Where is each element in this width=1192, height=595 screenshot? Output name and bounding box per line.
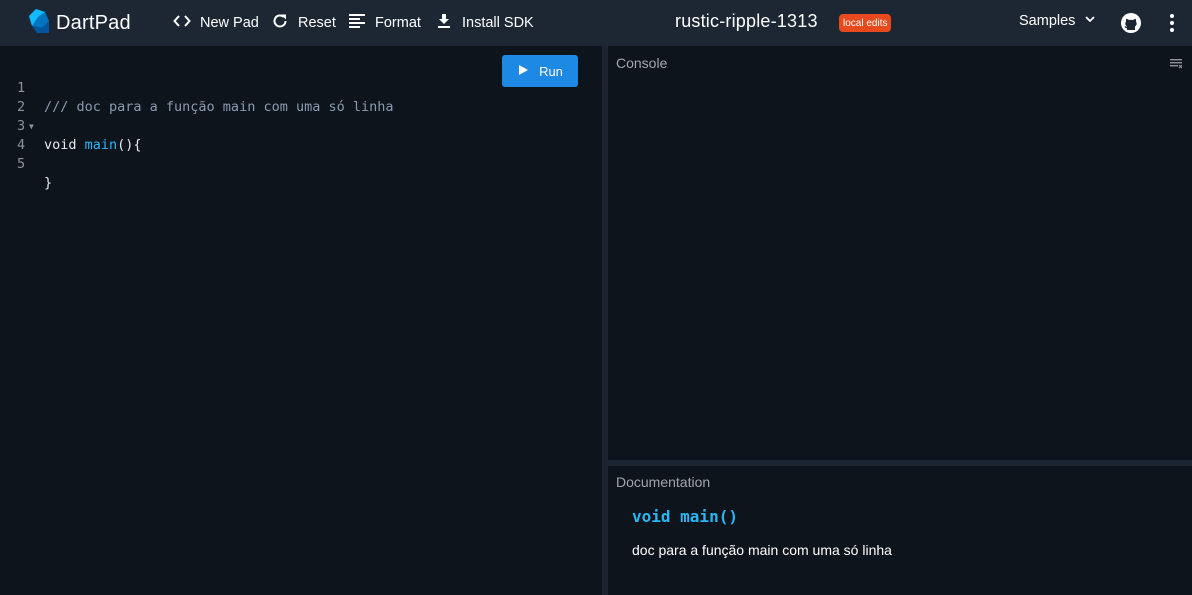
line-number: 5 [17, 156, 26, 172]
console-panel: Console [608, 46, 1192, 460]
new-pad-button[interactable]: New Pad [173, 11, 259, 35]
install-sdk-button[interactable]: Install SDK [435, 11, 534, 35]
samples-dropdown[interactable]: Samples [1019, 12, 1097, 30]
top-app-bar: DartPad New Pad Reset Format Install SDK… [0, 0, 1192, 46]
run-button[interactable]: Run [502, 55, 578, 87]
app-name: DartPad [56, 11, 131, 34]
brand[interactable]: DartPad [24, 8, 131, 39]
documentation-panel: Documentation void main() doc para a fun… [608, 466, 1192, 595]
doc-description: doc para a função main com uma só linha [632, 542, 892, 558]
code-line-5[interactable]: 5 } [0, 136, 600, 191]
clear-console-icon[interactable] [1170, 57, 1183, 69]
refresh-icon [271, 12, 298, 34]
doc-signature: void main() [632, 507, 738, 526]
code-line-4[interactable]: 4 [0, 117, 600, 153]
install-sdk-label: Install SDK [462, 15, 534, 31]
reset-button[interactable]: Reset [271, 11, 336, 35]
console-label: Console [616, 55, 668, 71]
format-button[interactable]: Format [348, 11, 421, 35]
samples-label: Samples [1019, 13, 1076, 29]
download-icon [435, 12, 462, 34]
format-label: Format [375, 15, 421, 31]
github-icon[interactable] [1120, 12, 1142, 34]
reset-label: Reset [298, 15, 336, 31]
code-editor[interactable]: 1 /// doc para a função main com uma só … [0, 46, 602, 595]
run-label: Run [539, 63, 563, 79]
chevron-down-icon [1075, 12, 1097, 30]
new-pad-label: New Pad [200, 15, 259, 31]
more-vert-icon[interactable] [1163, 12, 1181, 34]
documentation-label: Documentation [616, 474, 711, 490]
code-line-3[interactable]: 3 [0, 98, 600, 134]
local-edits-badge: local edits [839, 14, 892, 32]
format-lines-icon [348, 12, 375, 34]
dart-logo-icon [24, 8, 50, 39]
pad-title[interactable]: rustic-ripple-1313 [675, 11, 818, 32]
code-brackets-icon [173, 12, 200, 34]
code-text: } [44, 175, 53, 191]
play-icon [517, 64, 539, 79]
